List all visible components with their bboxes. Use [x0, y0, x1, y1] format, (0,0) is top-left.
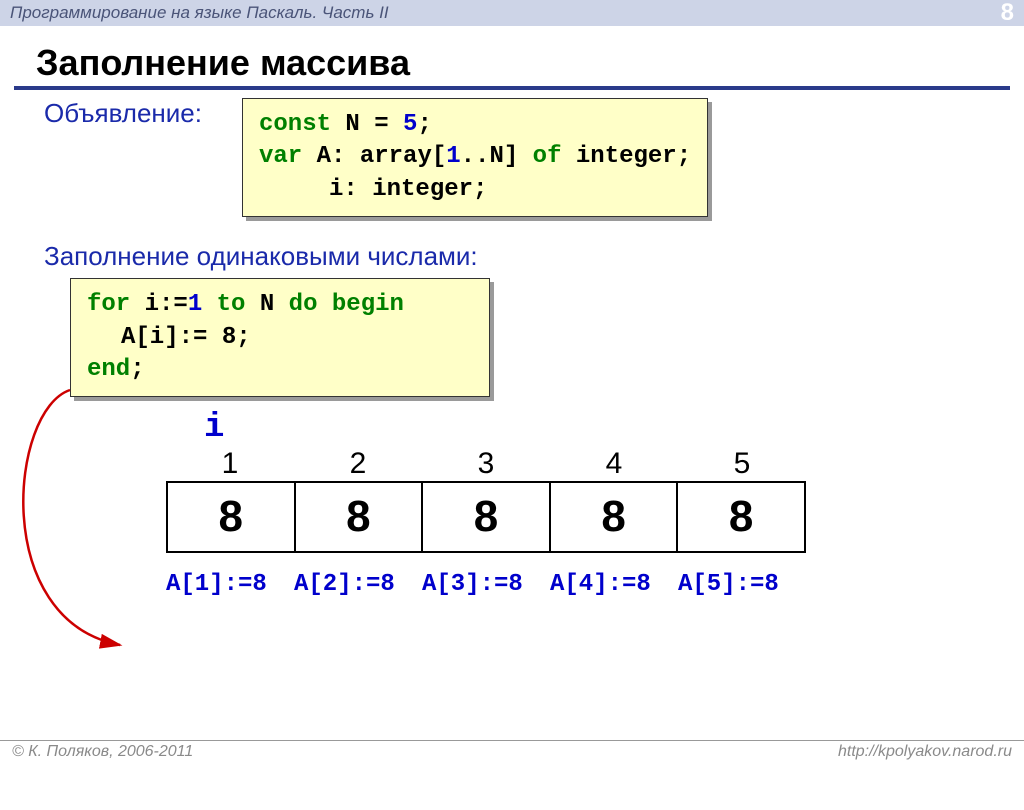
assignment: A[4]:=8 [550, 571, 678, 598]
cell: 8 [296, 483, 424, 551]
declaration-label: Объявление: [44, 98, 202, 129]
index: 4 [550, 447, 678, 481]
code-fill: for i:=1 to N do begin A[i]:= 8; end; [70, 278, 490, 397]
cell: 8 [423, 483, 551, 551]
index: 2 [294, 447, 422, 481]
slide-title: Заполнение массива [36, 42, 1024, 84]
index: 1 [166, 447, 294, 481]
assignment: A[2]:=8 [294, 571, 422, 598]
header-subject: Программирование на языке Паскаль. Часть… [10, 3, 389, 23]
page-number: 8 [1001, 0, 1014, 27]
code-declaration: const N = 5; var A: array[1..N] of integ… [242, 98, 708, 217]
footer-url: http://kpolyakov.narod.ru [838, 743, 1012, 761]
cell: 8 [678, 483, 804, 551]
assignment: A[5]:=8 [678, 571, 806, 598]
assignment: A[3]:=8 [422, 571, 550, 598]
assignment-sequence: A[1]:=8 A[2]:=8 A[3]:=8 A[4]:=8 A[5]:=8 [166, 571, 988, 598]
array-cells: 8 8 8 8 8 [166, 481, 806, 553]
footer-copyright: © К. Поляков, 2006-2011 [12, 743, 193, 761]
array-visualization: 1 2 3 4 5 8 8 8 8 8 [166, 447, 988, 553]
index: 3 [422, 447, 550, 481]
slide-footer: © К. Поляков, 2006-2011 http://kpolyakov… [0, 740, 1024, 767]
index: 5 [678, 447, 806, 481]
array-indices: 1 2 3 4 5 [166, 447, 988, 481]
cell: 8 [168, 483, 296, 551]
cell: 8 [551, 483, 679, 551]
assignment: A[1]:=8 [166, 571, 294, 598]
slide-header: Программирование на языке Паскаль. Часть… [0, 0, 1024, 26]
fill-label: Заполнение одинаковыми числами: [44, 241, 988, 272]
i-variable-label: i [204, 409, 988, 447]
